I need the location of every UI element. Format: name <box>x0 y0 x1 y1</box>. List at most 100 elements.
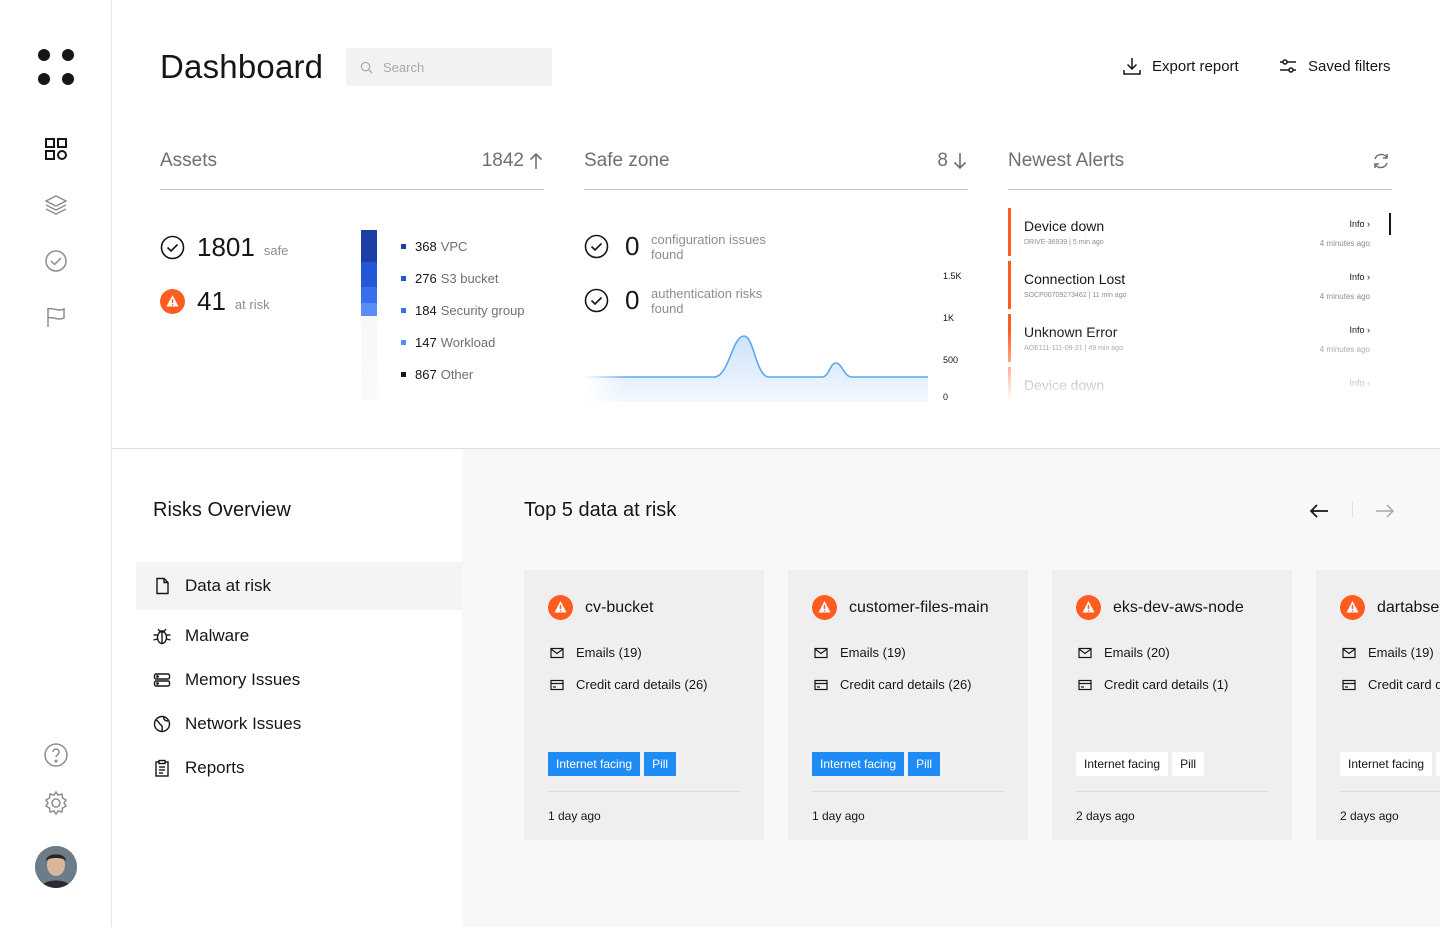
sliders-icon <box>1280 59 1296 73</box>
risk-item-memory-issues[interactable]: Memory Issues <box>136 658 462 702</box>
assets-panel-header: Assets 1842 <box>160 150 544 190</box>
data-risk-card[interactable]: customer-files-main Emails (19) Credit car… <box>788 570 1028 840</box>
safe-count: 1801 <box>197 232 255 262</box>
safe-label: safe <box>263 243 289 258</box>
refresh-icon[interactable] <box>1372 152 1390 170</box>
assets-stacked-bar <box>361 230 377 400</box>
alert-info-link[interactable]: Info › <box>1349 272 1370 282</box>
card-pills: Internet facingPill <box>548 752 677 776</box>
network-icon <box>152 715 172 733</box>
legend-value: 147 <box>415 334 437 350</box>
alert-item[interactable]: Device down DRIVE-36939 | 5 min ago Info ›… <box>1008 208 1378 256</box>
risk-item-malware[interactable]: Malware <box>136 614 462 658</box>
risk-item-network-issues[interactable]: Network Issues <box>136 702 462 746</box>
next-arrow-icon[interactable] <box>1373 499 1397 523</box>
legend-swatch <box>401 371 406 377</box>
settings-gear-icon[interactable] <box>42 789 70 817</box>
risks-overview-title: Risks Overview <box>153 499 291 521</box>
card-credit: Credit card details (26) <box>1368 677 1440 692</box>
card-title: eks-dev-aws-node <box>1113 598 1244 616</box>
pill-tag[interactable]: Pill <box>644 752 677 776</box>
alert-info-link[interactable]: Info › <box>1349 325 1370 335</box>
card-time: 2 days ago <box>1340 809 1399 823</box>
pill-tag[interactable]: Pill <box>1436 752 1440 776</box>
data-risk-card[interactable]: eks-dev-aws-node Emails (20) Credit card d… <box>1052 570 1292 840</box>
risk-item-data-at-risk[interactable]: Data at risk <box>136 562 462 610</box>
card-header: customer-files-main <box>812 595 989 620</box>
data-risk-card[interactable]: dartabse Emails (19) Credit card details (… <box>1316 570 1440 840</box>
page-title: Dashboard <box>160 48 324 85</box>
card-divider <box>1076 791 1268 792</box>
pill-tag[interactable]: Pill <box>1172 752 1205 776</box>
internet-facing-pill[interactable]: Internet facing <box>812 752 905 776</box>
saved-filters-button[interactable]: Saved filters <box>1278 56 1391 76</box>
risk-count: 41 <box>197 286 226 316</box>
card-emails: Emails (20) <box>1104 645 1170 660</box>
search-input[interactable] <box>383 59 543 75</box>
config-issues-label: configuration issues found <box>651 231 766 262</box>
card-emails-row: Emails (19) <box>1342 645 1434 660</box>
risk-item-label: Malware <box>185 626 250 645</box>
legend-label: Workload <box>440 334 496 350</box>
export-report-button[interactable]: Export report <box>1122 56 1239 76</box>
assets-total: 1842 <box>482 150 544 172</box>
user-avatar[interactable] <box>35 846 77 888</box>
alerts-panel-header: Newest Alerts <box>1008 150 1392 190</box>
alert-subtitle: DRIVE-36939 | 5 min ago <box>1024 239 1104 246</box>
alerts-scrollbar[interactable] <box>1389 213 1391 235</box>
card-emails: Emails (19) <box>576 645 642 660</box>
y-tick-0: 0 <box>943 392 948 402</box>
card-emails: Emails (19) <box>840 645 906 660</box>
card-header: cv-bucket <box>548 595 653 620</box>
legend-label: VPC <box>440 238 468 254</box>
credit-card-icon <box>1078 679 1092 691</box>
internet-facing-pill[interactable]: Internet facing <box>1340 752 1433 776</box>
legend-swatch <box>401 275 406 281</box>
flag-icon[interactable] <box>42 303 70 331</box>
search-box[interactable] <box>346 48 552 86</box>
alert-item[interactable]: Connection Lost SOCP00709273462 | 11 min … <box>1008 261 1378 309</box>
check-circle-icon[interactable] <box>42 247 70 275</box>
safe-zone-count-value: 8 <box>937 150 948 171</box>
mail-icon <box>814 647 828 659</box>
mail-icon <box>1342 647 1356 659</box>
legend-label: Security group <box>440 302 525 318</box>
internet-facing-pill[interactable]: Internet facing <box>548 752 641 776</box>
card-time: 1 day ago <box>812 809 865 823</box>
alert-subtitle: SOCP00709273462 | 11 min ago <box>1024 292 1127 299</box>
bug-icon <box>152 626 172 646</box>
legend-swatch <box>401 243 406 249</box>
risk-item-label: Memory Issues <box>185 670 301 689</box>
dashboard-grid-icon[interactable] <box>42 135 70 163</box>
card-divider <box>548 791 740 792</box>
config-issues-stat: 0 configuration issues found <box>584 231 771 262</box>
alert-info-link[interactable]: Info › <box>1349 378 1370 388</box>
legend-swatch <box>401 307 406 313</box>
app-logo[interactable] <box>38 49 74 85</box>
card-time: 2 days ago <box>1076 809 1135 823</box>
prev-arrow-icon[interactable] <box>1307 499 1331 523</box>
internet-facing-pill[interactable]: Internet facing <box>1076 752 1169 776</box>
alert-info-link[interactable]: Info › <box>1349 219 1370 229</box>
arrow-down-icon <box>953 153 967 170</box>
alert-item[interactable]: Device down Info › <box>1008 367 1378 403</box>
alert-item[interactable]: Unknown Error AOE111-111-09-21 | 49 min a… <box>1008 314 1378 362</box>
legend-label: S3 bucket <box>440 270 499 286</box>
card-title: customer-files-main <box>849 598 989 616</box>
legend-label: Other <box>440 366 474 382</box>
risks-menu: Data at risk Malware Memory Issues Network … <box>136 562 462 790</box>
alert-subtitle: AOE111-111-09-21 | 49 min ago <box>1024 345 1123 352</box>
help-icon[interactable] <box>42 741 70 769</box>
alerts-list[interactable]: Device down DRIVE-36939 | 5 min ago Info ›… <box>1008 208 1392 403</box>
y-tick-1500: 1.5K <box>943 271 962 281</box>
safe-zone-title: Safe zone <box>584 150 670 171</box>
alert-time: 4 minutes ago <box>1319 345 1370 354</box>
alert-title: Connection Lost <box>1024 271 1126 287</box>
pill-tag[interactable]: Pill <box>908 752 941 776</box>
bar-segment-s3 <box>361 262 377 287</box>
risk-item-reports[interactable]: Reports <box>136 746 462 790</box>
export-report-label: Export report <box>1152 57 1239 75</box>
layers-icon[interactable] <box>42 191 70 219</box>
data-risk-card[interactable]: cv-bucket Emails (19) Credit card details … <box>524 570 764 840</box>
card-credit: Credit card details (26) <box>576 677 708 692</box>
